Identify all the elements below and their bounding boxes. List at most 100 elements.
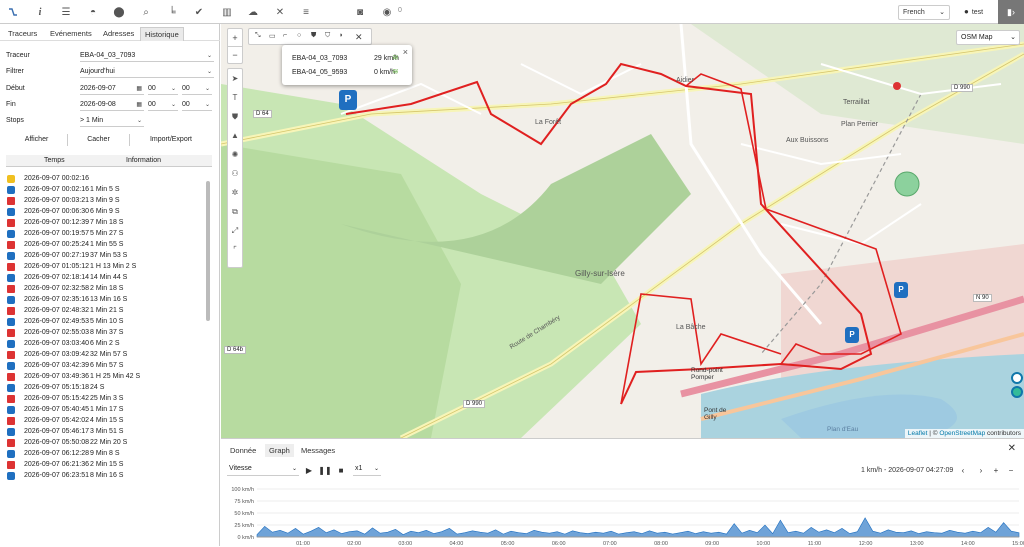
- gear-icon[interactable]: ✺: [228, 145, 242, 164]
- list-item[interactable]: 2026-09-07 03:49:36 1 H 25 Min 42 S: [6, 372, 204, 383]
- prev-button[interactable]: ‹: [957, 464, 969, 476]
- zoom-out-button[interactable]: −: [228, 46, 242, 63]
- start-minute-select[interactable]: 00 ⌄: [182, 83, 212, 95]
- osm-link[interactable]: OpenStreetMap: [939, 430, 985, 437]
- list-item[interactable]: 2026-09-07 00:12:39 7 Min 18 S: [6, 218, 204, 229]
- parking-marker[interactable]: P: [845, 327, 859, 343]
- logout-button[interactable]: ▮›: [998, 0, 1024, 24]
- list-item[interactable]: 2026-09-07 00:25:24 1 Min 55 S: [6, 240, 204, 251]
- polyline-icon[interactable]: ⌐: [283, 32, 287, 39]
- tab-traceurs[interactable]: Traceurs: [4, 27, 41, 41]
- locate-icon[interactable]: [1011, 372, 1023, 384]
- play-button[interactable]: ▶: [303, 464, 315, 476]
- hide-button[interactable]: Cacher: [68, 134, 130, 146]
- search-icon[interactable]: ⌕: [139, 5, 153, 19]
- stops-select[interactable]: > 1 Min ⌄: [80, 115, 144, 127]
- speed-chart[interactable]: 0 km/h 25 km/h 50 km/h 75 km/h 100 km/h 01:00…: [221, 483, 1024, 547]
- end-hour-select[interactable]: 00 ⌄: [148, 99, 178, 111]
- list-item[interactable]: 2026-09-07 00:27:19 37 Min 53 S: [6, 251, 204, 262]
- route-icon[interactable]: [6, 5, 20, 19]
- list-item[interactable]: 2026-09-07 00:19:57 5 Min 27 S: [6, 229, 204, 240]
- tab-messages[interactable]: Messages: [301, 446, 335, 455]
- gauge-icon[interactable]: ◓: [86, 5, 100, 19]
- road-icon[interactable]: ▲: [228, 126, 242, 145]
- corner-icon[interactable]: ⌜: [228, 240, 242, 259]
- end-date-input[interactable]: 2026-09-08 ▦: [80, 99, 144, 111]
- marker-icon[interactable]: ⛉: [325, 32, 330, 40]
- info-icon[interactable]: i: [33, 5, 47, 19]
- marker-icon[interactable]: ⬤: [112, 5, 126, 19]
- tab-donnee[interactable]: Donnée: [230, 446, 256, 455]
- shield-icon[interactable]: ⛊: [311, 32, 316, 40]
- shield-icon[interactable]: ⛊: [228, 107, 242, 126]
- close-icon[interactable]: ✕: [355, 32, 363, 43]
- list-item[interactable]: 2026-09-07 01:05:12 1 H 13 Min 2 S: [6, 262, 204, 273]
- playback-speed-select[interactable]: x1 ⌄: [353, 463, 381, 476]
- list-item[interactable]: 2026-09-07 00:06:30 6 Min 9 S: [6, 207, 204, 218]
- list-item[interactable]: 2026-09-07 06:12:28 9 Min 8 S: [6, 449, 204, 460]
- list-item[interactable]: 2026-09-07 03:42:39 6 Min 57 S: [6, 361, 204, 372]
- check-icon[interactable]: ✔: [192, 5, 206, 19]
- text-icon[interactable]: T: [228, 88, 242, 107]
- show-button[interactable]: Afficher: [6, 134, 68, 146]
- list-item[interactable]: 2026-09-07 03:09:42 32 Min 57 S: [6, 350, 204, 361]
- expand-icon[interactable]: ⤡: [255, 32, 261, 40]
- compass-icon[interactable]: [1011, 386, 1023, 398]
- tab-evenements[interactable]: Evénements: [46, 27, 96, 41]
- leaflet-link[interactable]: Leaflet: [908, 430, 928, 437]
- start-hour-select[interactable]: 00 ⌄: [148, 83, 178, 95]
- camera-icon[interactable]: ◙: [353, 5, 367, 19]
- popup-tracker-name[interactable]: EBA-04_03_7093: [292, 55, 347, 62]
- tab-historique[interactable]: Historique: [140, 27, 184, 41]
- chat-icon[interactable]: ◉: [380, 5, 394, 19]
- close-icon[interactable]: ×: [403, 47, 408, 57]
- list-item[interactable]: 2026-09-07 05:42:02 4 Min 15 S: [6, 416, 204, 427]
- parking-marker[interactable]: P: [339, 90, 357, 110]
- list-item[interactable]: 2026-09-07 02:48:32 1 Min 21 S: [6, 306, 204, 317]
- filter-select[interactable]: Aujourd'hui ⌄: [80, 66, 214, 78]
- graph-metric-select[interactable]: Vitesse ⌄: [227, 463, 299, 476]
- list-item[interactable]: 2026-09-07 05:15:18 24 S: [6, 383, 204, 394]
- list-item[interactable]: 2026-09-07 00:03:21 3 Min 9 S: [6, 196, 204, 207]
- rectangle-icon[interactable]: ▭: [269, 32, 276, 40]
- zoom-out-button[interactable]: −: [1005, 464, 1017, 476]
- zoom-in-button[interactable]: +: [228, 29, 242, 46]
- database-icon[interactable]: ≡: [299, 5, 313, 19]
- user-menu[interactable]: ● test: [964, 7, 983, 16]
- list-item[interactable]: 2026-09-07 02:49:53 5 Min 10 S: [6, 317, 204, 328]
- list-item[interactable]: 2026-09-07 05:46:17 3 Min 51 S: [6, 427, 204, 438]
- language-select[interactable]: French ⌄: [898, 5, 950, 20]
- list-item[interactable]: 2026-09-07 05:15:42 25 Min 3 S: [6, 394, 204, 405]
- history-scrollbar[interactable]: [206, 181, 210, 321]
- stop-button[interactable]: ■: [335, 464, 347, 476]
- parking-marker[interactable]: P: [894, 282, 908, 298]
- list-item[interactable]: 2026-09-07 00:02:16: [6, 174, 204, 185]
- zoom-in-button[interactable]: +: [990, 464, 1002, 476]
- car-icon[interactable]: ☁: [246, 5, 260, 19]
- close-icon[interactable]: ✕: [1008, 443, 1016, 454]
- next-button[interactable]: ›: [975, 464, 987, 476]
- map-view[interactable]: Gilly-sur-Isère La Forêt Plan Perrier Au…: [221, 24, 1024, 438]
- list-item[interactable]: 2026-09-07 02:18:14 14 Min 44 S: [6, 273, 204, 284]
- tools-icon[interactable]: ✕: [273, 5, 287, 19]
- list-item[interactable]: 2026-09-07 02:55:03 8 Min 37 S: [6, 328, 204, 339]
- sun-icon[interactable]: ✲: [228, 183, 242, 202]
- pointer-icon[interactable]: ➤: [228, 69, 242, 88]
- fullscreen-icon[interactable]: ⤢: [228, 221, 242, 240]
- tab-graph[interactable]: Graph: [265, 444, 294, 457]
- start-date-input[interactable]: 2026-09-07 ▦: [80, 83, 144, 95]
- chart-icon[interactable]: ╘: [165, 5, 179, 19]
- pause-button[interactable]: ❚❚: [318, 464, 331, 476]
- list-item[interactable]: 2026-09-07 02:35:16 13 Min 16 S: [6, 295, 204, 306]
- list-item[interactable]: 2026-09-07 05:40:45 1 Min 17 S: [6, 405, 204, 416]
- circle-icon[interactable]: ○: [297, 32, 301, 39]
- list-item[interactable]: 2026-09-07 06:23:51 8 Min 16 S: [6, 471, 204, 482]
- list-item[interactable]: 2026-09-07 03:03:40 6 Min 2 S: [6, 339, 204, 350]
- list-item[interactable]: 2026-09-07 05:50:08 22 Min 20 S: [6, 438, 204, 449]
- end-minute-select[interactable]: 00 ⌄: [182, 99, 212, 111]
- layers-icon[interactable]: ⧉: [228, 202, 242, 221]
- map-layer-select[interactable]: OSM Map ⌄: [956, 30, 1020, 45]
- popup-tracker-name[interactable]: EBA-04_05_9593: [292, 69, 347, 76]
- tag-icon[interactable]: ◗: [339, 32, 343, 39]
- map-icon[interactable]: ▥: [220, 5, 234, 19]
